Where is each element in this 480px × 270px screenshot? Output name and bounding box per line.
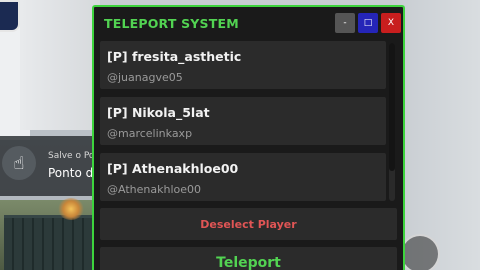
notification-title: Salve o Po bbox=[48, 151, 95, 161]
player-name: [P] Athenakhloe00 bbox=[107, 161, 239, 176]
crate bbox=[4, 215, 94, 270]
notification-subtitle: Ponto d bbox=[48, 166, 94, 180]
player-list[interactable]: [P] fresita_asthetic @juanagve05 [P] Nik… bbox=[100, 41, 387, 201]
fire-effect bbox=[58, 198, 84, 220]
building bbox=[20, 0, 100, 130]
player-handle: @marcelinkaxp bbox=[107, 127, 193, 140]
checkpoint-notification[interactable]: ☝ Salve o Po Ponto d bbox=[0, 136, 104, 196]
player-handle: @juanagve05 bbox=[107, 71, 183, 84]
avatar[interactable] bbox=[0, 0, 20, 32]
close-button[interactable]: X bbox=[381, 13, 401, 33]
jump-button[interactable] bbox=[400, 234, 440, 270]
hand-pointer-icon: ☝ bbox=[2, 146, 36, 180]
player-handle: @Athenakhloe00 bbox=[107, 183, 201, 196]
scrollbar-thumb[interactable] bbox=[389, 43, 395, 171]
minimize-button[interactable]: - bbox=[335, 13, 355, 33]
player-item[interactable]: [P] Nikola_5lat @marcelinkaxp bbox=[100, 97, 386, 145]
player-name: [P] fresita_asthetic bbox=[107, 49, 242, 64]
teleport-button[interactable]: Teleport bbox=[100, 247, 397, 270]
player-name: [P] Nikola_5lat bbox=[107, 105, 210, 120]
player-item[interactable]: [P] Athenakhloe00 @Athenakhloe00 bbox=[100, 153, 386, 201]
deselect-player-button[interactable]: Deselect Player bbox=[100, 208, 397, 240]
window-title: TELEPORT SYSTEM bbox=[104, 16, 239, 31]
teleport-window: TELEPORT SYSTEM - □ X [P] fresita_asthet… bbox=[92, 5, 405, 270]
maximize-button[interactable]: □ bbox=[358, 13, 378, 33]
player-item[interactable]: [P] fresita_asthetic @juanagve05 bbox=[100, 41, 386, 89]
title-bar[interactable]: TELEPORT SYSTEM - □ X bbox=[94, 7, 403, 41]
scrollbar[interactable] bbox=[389, 43, 395, 201]
